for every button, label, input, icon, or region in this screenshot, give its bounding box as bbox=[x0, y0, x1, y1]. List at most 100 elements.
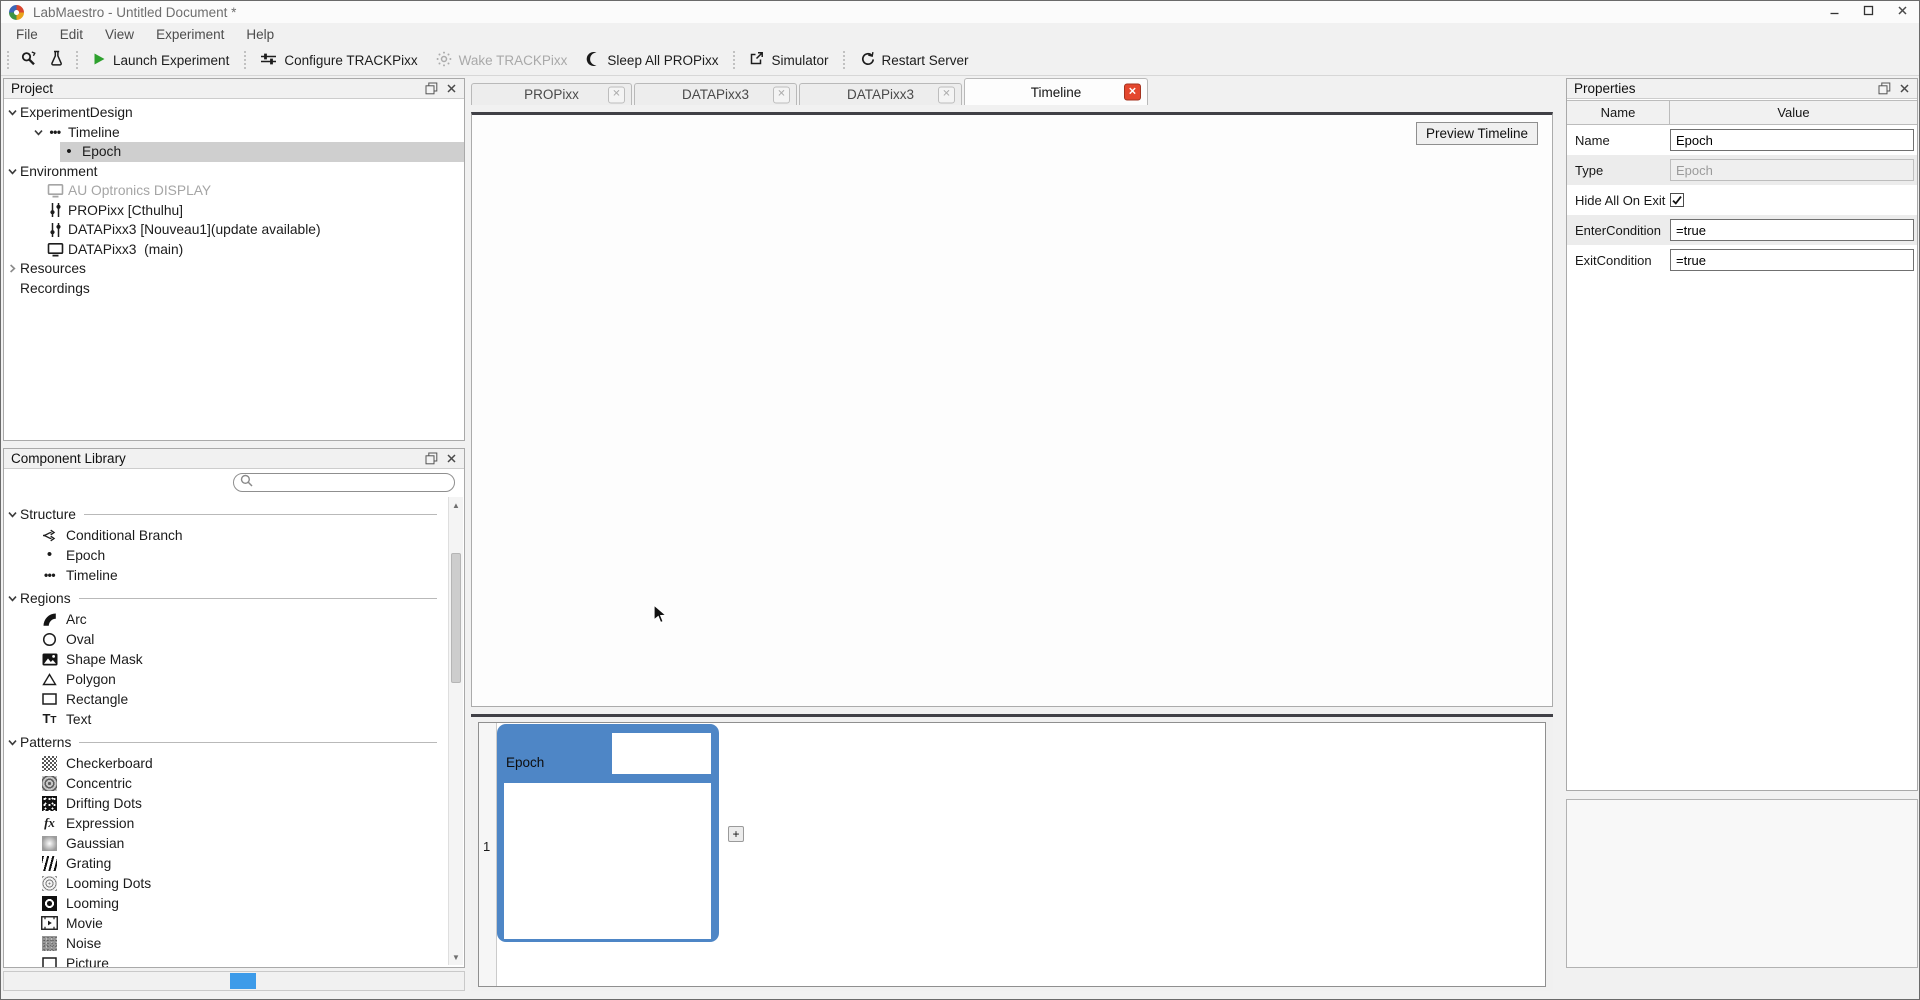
library-item-picture[interactable]: Picture bbox=[4, 953, 447, 968]
scrollbar-thumb[interactable] bbox=[451, 553, 461, 683]
tab-close-icon[interactable]: ✕ bbox=[608, 86, 625, 103]
minimize-button[interactable] bbox=[1817, 1, 1851, 23]
toolbar-button-restart-server[interactable]: Restart Server bbox=[851, 48, 978, 72]
project-tree-item-au-optronics-display[interactable]: AU Optronics DISPLAY bbox=[4, 181, 464, 201]
close-button[interactable] bbox=[1885, 1, 1919, 23]
tab-close-icon[interactable]: ✕ bbox=[1124, 84, 1141, 101]
entercondition-value-input[interactable] bbox=[1670, 219, 1914, 241]
project-tree-item-resources[interactable]: Resources bbox=[4, 259, 464, 279]
project-tree-item-recordings[interactable]: Recordings bbox=[4, 279, 464, 299]
library-item-arc[interactable]: Arc bbox=[4, 609, 447, 629]
close-panel-icon[interactable] bbox=[446, 453, 457, 464]
library-item-movie[interactable]: Movie bbox=[4, 913, 447, 933]
library-horizontal-scrollbar[interactable] bbox=[3, 971, 465, 991]
float-panel-icon[interactable] bbox=[425, 82, 438, 95]
float-panel-icon[interactable] bbox=[425, 452, 438, 465]
epoch-block-header-slot[interactable] bbox=[612, 733, 711, 774]
properties-panel: Properties Name Value NameTypeHide All O… bbox=[1566, 78, 1918, 791]
project-tree-item-timeline[interactable]: •••Timeline bbox=[4, 123, 464, 143]
tab-propixx[interactable]: PROPixx✕ bbox=[471, 83, 632, 105]
library-item-expression[interactable]: fxExpression bbox=[4, 813, 447, 833]
library-item-label: Arc bbox=[66, 612, 87, 627]
tab-timeline[interactable]: Timeline✕ bbox=[964, 78, 1148, 105]
scrollbar-thumb[interactable] bbox=[230, 973, 256, 989]
type-value-input[interactable] bbox=[1670, 159, 1914, 181]
tab-datapixx3[interactable]: DATAPixx3✕ bbox=[799, 83, 962, 105]
library-item-checkerboard[interactable]: Checkerboard bbox=[4, 753, 447, 773]
toolbar-button-sleep-all-propixx[interactable]: Sleep All PROPixx bbox=[576, 48, 727, 73]
close-panel-icon[interactable] bbox=[1899, 83, 1910, 94]
project-tree-item-epoch[interactable]: •Epoch bbox=[4, 142, 464, 162]
toolbar-button-wrench[interactable] bbox=[14, 47, 43, 73]
timeline-canvas[interactable]: Preview Timeline bbox=[471, 112, 1553, 707]
project-tree-item-experimentdesign[interactable]: ExperimentDesign bbox=[4, 103, 464, 123]
scroll-up-icon[interactable]: ▲ bbox=[449, 498, 463, 512]
toolbar-group-handle[interactable] bbox=[74, 50, 79, 70]
project-tree-item-datapixx3-main[interactable]: DATAPixx3 (main) bbox=[4, 240, 464, 260]
toolbar-button-simulator[interactable]: Simulator bbox=[740, 48, 837, 72]
menu-item-view[interactable]: View bbox=[94, 27, 145, 42]
library-item-looming-dots[interactable]: Looming Dots bbox=[4, 873, 447, 893]
toolbar-group-handle[interactable] bbox=[731, 50, 736, 70]
library-item-shape-mask[interactable]: Shape Mask bbox=[4, 649, 447, 669]
library-item-looming[interactable]: Looming bbox=[4, 893, 447, 913]
library-item-drifting-dots[interactable]: Drifting Dots bbox=[4, 793, 447, 813]
expander-open-icon[interactable] bbox=[4, 107, 20, 118]
tab-datapixx3[interactable]: DATAPixx3✕ bbox=[634, 83, 797, 105]
scroll-down-icon[interactable]: ▼ bbox=[449, 950, 463, 964]
epoch-block-body-slot[interactable] bbox=[504, 783, 711, 939]
project-tree-item-environment[interactable]: Environment bbox=[4, 162, 464, 182]
expander-open-icon[interactable] bbox=[4, 509, 20, 520]
add-epoch-button[interactable]: + bbox=[728, 826, 744, 842]
expander-closed-icon[interactable] bbox=[4, 263, 20, 274]
exitcondition-value-input[interactable] bbox=[1670, 249, 1914, 271]
library-vertical-scrollbar[interactable]: ▲ ▼ bbox=[448, 497, 463, 965]
project-tree-item-datapixx3-nouveau1-update-available[interactable]: DATAPixx3 [Nouveau1](update available) bbox=[4, 220, 464, 240]
toolbar-button-wake-trackpixx[interactable]: Wake TRACKPixx bbox=[427, 48, 577, 73]
library-item-gaussian[interactable]: Gaussian bbox=[4, 833, 447, 853]
toolbar-group-handle[interactable] bbox=[5, 50, 10, 70]
library-item-rectangle[interactable]: Rectangle bbox=[4, 689, 447, 709]
project-tree-item-propixx-cthulhu[interactable]: PROPixx [Cthulhu] bbox=[4, 201, 464, 221]
library-item-noise[interactable]: Noise bbox=[4, 933, 447, 953]
driftingdots-icon bbox=[40, 796, 59, 811]
toolbar-button-launch-experiment[interactable]: Launch Experiment bbox=[83, 49, 238, 72]
epoch-block[interactable]: Epoch bbox=[497, 724, 719, 942]
library-item-oval[interactable]: Oval bbox=[4, 629, 447, 649]
library-section-patterns[interactable]: Patterns bbox=[4, 731, 447, 753]
library-item-polygon[interactable]: Polygon bbox=[4, 669, 447, 689]
library-item-text[interactable]: TTText bbox=[4, 709, 447, 729]
library-section-regions[interactable]: Regions bbox=[4, 587, 447, 609]
maximize-button[interactable] bbox=[1851, 1, 1885, 23]
menu-item-help[interactable]: Help bbox=[235, 27, 285, 42]
checkbox-hide-all-on-exit[interactable] bbox=[1670, 193, 1684, 207]
preview-timeline-button[interactable]: Preview Timeline bbox=[1416, 122, 1538, 145]
library-item-grating[interactable]: Grating bbox=[4, 853, 447, 873]
menu-item-file[interactable]: File bbox=[5, 27, 49, 42]
toolbar-group-handle[interactable] bbox=[242, 50, 247, 70]
close-panel-icon[interactable] bbox=[446, 83, 457, 94]
name-value-input[interactable] bbox=[1670, 129, 1914, 151]
timeline-editor[interactable]: 1 Epoch + bbox=[478, 722, 1546, 987]
movie-icon bbox=[40, 916, 59, 930]
expander-open-icon[interactable] bbox=[4, 166, 20, 177]
library-item-epoch[interactable]: •Epoch bbox=[4, 545, 447, 565]
tab-close-icon[interactable]: ✕ bbox=[773, 86, 790, 103]
library-search-box[interactable] bbox=[233, 473, 455, 492]
library-item-timeline[interactable]: •••Timeline bbox=[4, 565, 447, 585]
library-item-concentric[interactable]: Concentric bbox=[4, 773, 447, 793]
library-section-structure[interactable]: Structure bbox=[4, 503, 447, 525]
toolbar-button-flask[interactable] bbox=[43, 47, 70, 73]
menu-item-experiment[interactable]: Experiment bbox=[145, 27, 235, 42]
search-input[interactable] bbox=[257, 475, 454, 491]
expander-open-icon[interactable] bbox=[30, 127, 46, 138]
menu-item-edit[interactable]: Edit bbox=[49, 27, 94, 42]
expander-open-icon[interactable] bbox=[4, 737, 20, 748]
toolbar-group-handle[interactable] bbox=[842, 50, 847, 70]
tab-close-icon[interactable]: ✕ bbox=[938, 86, 955, 103]
toolbar-button-configure-trackpixx[interactable]: Configure TRACKPixx bbox=[251, 49, 426, 72]
properties-panel-title: Properties bbox=[1574, 81, 1636, 96]
float-panel-icon[interactable] bbox=[1878, 82, 1891, 95]
expander-open-icon[interactable] bbox=[4, 593, 20, 604]
library-item-conditional-branch[interactable]: Conditional Branch bbox=[4, 525, 447, 545]
